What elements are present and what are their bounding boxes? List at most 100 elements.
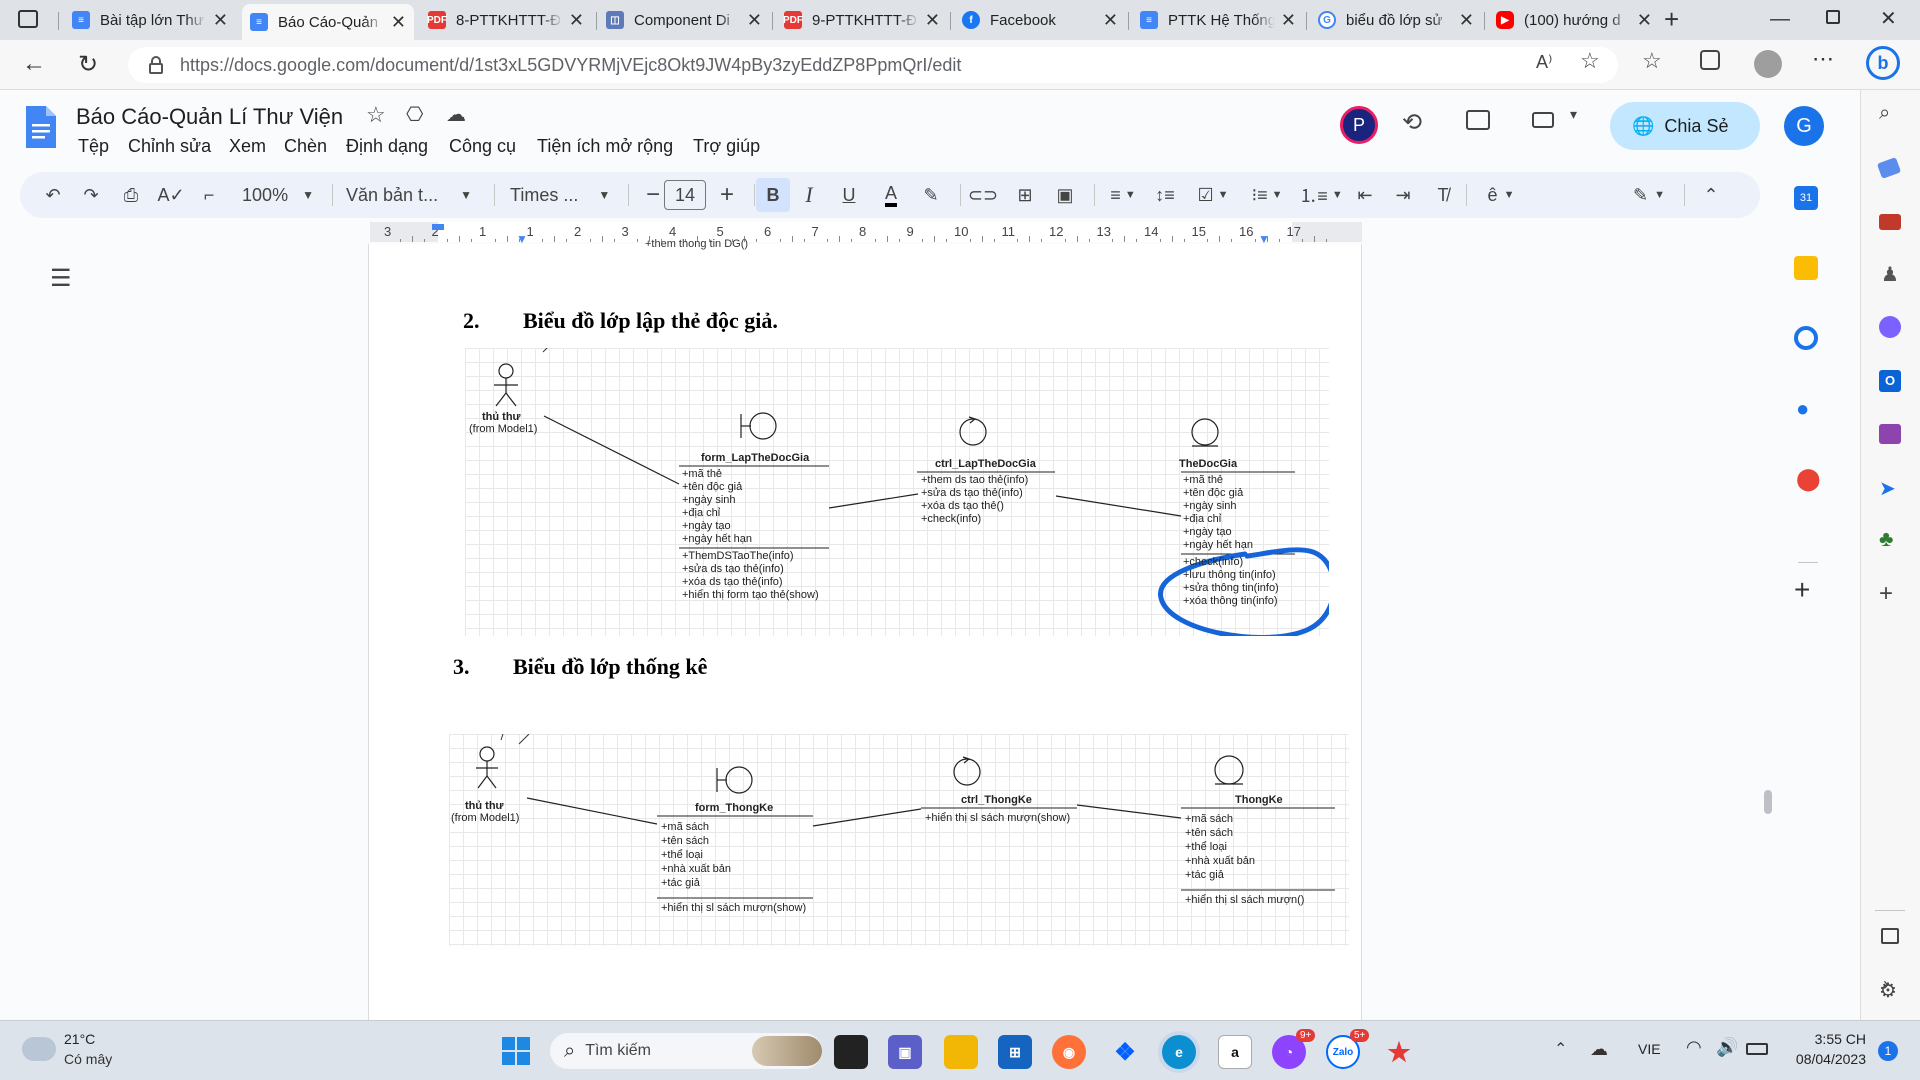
- decrease-indent-icon[interactable]: ⇤: [1350, 172, 1380, 218]
- file-explorer-icon[interactable]: [944, 1035, 978, 1069]
- document-page[interactable]: +them thong tin DG() 2. Biểu đồ lớp lập …: [368, 238, 1362, 1020]
- store-icon[interactable]: ⊞: [998, 1035, 1032, 1069]
- numbered-list-select[interactable]: ⒈≡ ▼: [1296, 172, 1346, 218]
- bullet-list-select[interactable]: ⁝≡ ▼: [1242, 172, 1292, 218]
- task-view-icon[interactable]: [834, 1035, 868, 1069]
- back-icon[interactable]: ←: [22, 50, 46, 78]
- volume-icon[interactable]: 🔊: [1716, 1037, 1738, 1058]
- battery-icon[interactable]: [1746, 1043, 1768, 1055]
- tab-facebook[interactable]: f Facebook ✕: [954, 4, 1126, 36]
- line-spacing-icon[interactable]: ↕≡: [1150, 172, 1180, 218]
- font-select[interactable]: Times ... ▼: [510, 172, 616, 218]
- first-line-indent-handle[interactable]: [432, 224, 444, 230]
- close-window-icon[interactable]: ✕: [1880, 6, 1897, 31]
- menu-view[interactable]: Xem: [229, 136, 266, 157]
- calendar-icon[interactable]: 31: [1794, 186, 1818, 210]
- close-icon[interactable]: ✕: [1637, 10, 1652, 31]
- document-title[interactable]: Báo Cáo-Quản Lí Thư Viện: [76, 104, 343, 130]
- windows-start-icon[interactable]: [502, 1037, 530, 1065]
- tab-bao-cao[interactable]: ≡ Báo Cáo-Quản ✕: [242, 4, 414, 40]
- amazon-icon[interactable]: a: [1218, 1035, 1252, 1069]
- bing-icon[interactable]: b: [1866, 46, 1900, 80]
- cloud-saved-icon[interactable]: ☁: [446, 102, 466, 127]
- docs-logo-icon[interactable]: [24, 104, 58, 150]
- horizontal-ruler[interactable]: 3 2 1 1 2 3 4 5 6 7 8 9 10 11 12 13 14 15 16 17 ▼ ▼: [370, 222, 1362, 246]
- games-icon[interactable]: ♟: [1881, 262, 1899, 287]
- collaborator-avatar[interactable]: P: [1340, 106, 1378, 144]
- add-comment-icon[interactable]: ⊞: [1010, 172, 1040, 218]
- dropbox-icon[interactable]: ❖: [1108, 1035, 1142, 1069]
- wifi-icon[interactable]: ◠: [1686, 1037, 1702, 1058]
- star-icon[interactable]: ☆: [366, 102, 386, 128]
- close-icon[interactable]: ✕: [569, 10, 584, 31]
- weather-temperature[interactable]: 21°C: [64, 1031, 95, 1047]
- version-history-icon[interactable]: ⟲: [1402, 108, 1422, 137]
- contacts-icon[interactable]: ●: [1796, 396, 1809, 422]
- checklist-select[interactable]: ☑ ▼: [1188, 172, 1238, 218]
- menu-file[interactable]: Tệp: [78, 136, 109, 157]
- tasks-icon[interactable]: [1794, 326, 1818, 350]
- notification-badge[interactable]: 1: [1878, 1041, 1898, 1061]
- chevron-up-icon[interactable]: ⌃: [1554, 1039, 1567, 1059]
- tab-pdf-8[interactable]: PDF 8-PTTKHTTT-Đ ✕: [420, 4, 592, 36]
- scrollbar-thumb[interactable]: [1764, 790, 1772, 814]
- close-icon[interactable]: ✕: [1103, 10, 1118, 31]
- text-color-button[interactable]: A: [876, 172, 906, 218]
- account-avatar[interactable]: G: [1784, 106, 1824, 146]
- menu-format[interactable]: Định dạng: [346, 136, 428, 157]
- close-icon[interactable]: ✕: [213, 10, 228, 31]
- print-icon[interactable]: ⎙: [116, 172, 146, 218]
- redo-icon[interactable]: ↷: [76, 172, 106, 218]
- collections-icon[interactable]: [1700, 50, 1720, 70]
- menu-extensions[interactable]: Tiện ích mở rộng: [537, 136, 673, 157]
- edge-icon[interactable]: e: [1162, 1035, 1196, 1069]
- shopping-icon[interactable]: [1876, 157, 1902, 179]
- new-tab-icon[interactable]: +: [1664, 4, 1679, 35]
- editing-mode-select[interactable]: ✎ ▼: [1624, 172, 1674, 218]
- clock-date[interactable]: 08/04/2023: [1784, 1051, 1866, 1067]
- increase-indent-icon[interactable]: ⇥: [1388, 172, 1418, 218]
- highlight-icon[interactable]: ✎: [916, 172, 946, 218]
- taskbar-search[interactable]: ⌕ Tìm kiếm: [550, 1033, 822, 1069]
- address-field[interactable]: https://docs.google.com/document/d/1st3x…: [128, 47, 1618, 83]
- search-icon[interactable]: ⌕: [1879, 102, 1890, 125]
- add-sidebar-app-icon[interactable]: +: [1879, 580, 1893, 608]
- split-screen-icon[interactable]: [1881, 928, 1899, 944]
- keep-icon[interactable]: [1794, 256, 1818, 280]
- restore-icon[interactable]: [1826, 10, 1840, 24]
- increase-font-size-button[interactable]: +: [712, 172, 742, 218]
- document-outline-icon[interactable]: ☰: [50, 264, 72, 293]
- close-icon[interactable]: ✕: [1281, 10, 1296, 31]
- tools-icon[interactable]: [1879, 214, 1901, 230]
- undo-icon[interactable]: ↶: [38, 172, 68, 218]
- microsoft365-icon[interactable]: [1879, 316, 1901, 338]
- refresh-icon[interactable]: ↻: [78, 50, 98, 79]
- style-select[interactable]: Văn bản t... ▼: [346, 172, 478, 218]
- zoom-select[interactable]: 100% ▼: [238, 172, 318, 218]
- underline-button[interactable]: U: [834, 172, 864, 218]
- paint-format-icon[interactable]: ⌐: [194, 172, 224, 218]
- maps-icon[interactable]: ⬤: [1796, 466, 1821, 492]
- close-icon[interactable]: ✕: [747, 10, 762, 31]
- add-favorite-icon[interactable]: ☆: [1580, 48, 1600, 74]
- clear-formatting-icon[interactable]: T̸: [1428, 172, 1458, 218]
- tree-icon[interactable]: ♣: [1879, 526, 1893, 552]
- telegram-icon[interactable]: ➤: [1879, 476, 1896, 501]
- bold-button[interactable]: B: [756, 178, 790, 212]
- tab-actions-icon[interactable]: [18, 10, 38, 28]
- italic-button[interactable]: I: [794, 172, 824, 218]
- star-app-icon[interactable]: ★: [1382, 1035, 1416, 1069]
- insert-image-icon[interactable]: ▣: [1050, 172, 1080, 218]
- language-indicator[interactable]: VIE: [1638, 1041, 1661, 1057]
- menu-tools[interactable]: Công cụ: [449, 136, 516, 157]
- chevron-down-icon[interactable]: ▾: [1570, 106, 1577, 123]
- designer-icon[interactable]: [1879, 424, 1901, 444]
- clock-time[interactable]: 3:55 CH: [1784, 1031, 1866, 1047]
- firefox-icon[interactable]: ◉: [1052, 1035, 1086, 1069]
- add-addon-icon[interactable]: +: [1794, 574, 1810, 606]
- move-icon[interactable]: ⎔: [406, 102, 423, 127]
- weather-icon[interactable]: [22, 1037, 56, 1061]
- more-icon[interactable]: ⋯: [1812, 46, 1834, 72]
- share-button[interactable]: 🌐 Chia Sẻ: [1610, 102, 1760, 150]
- onedrive-icon[interactable]: ☁: [1590, 1039, 1608, 1060]
